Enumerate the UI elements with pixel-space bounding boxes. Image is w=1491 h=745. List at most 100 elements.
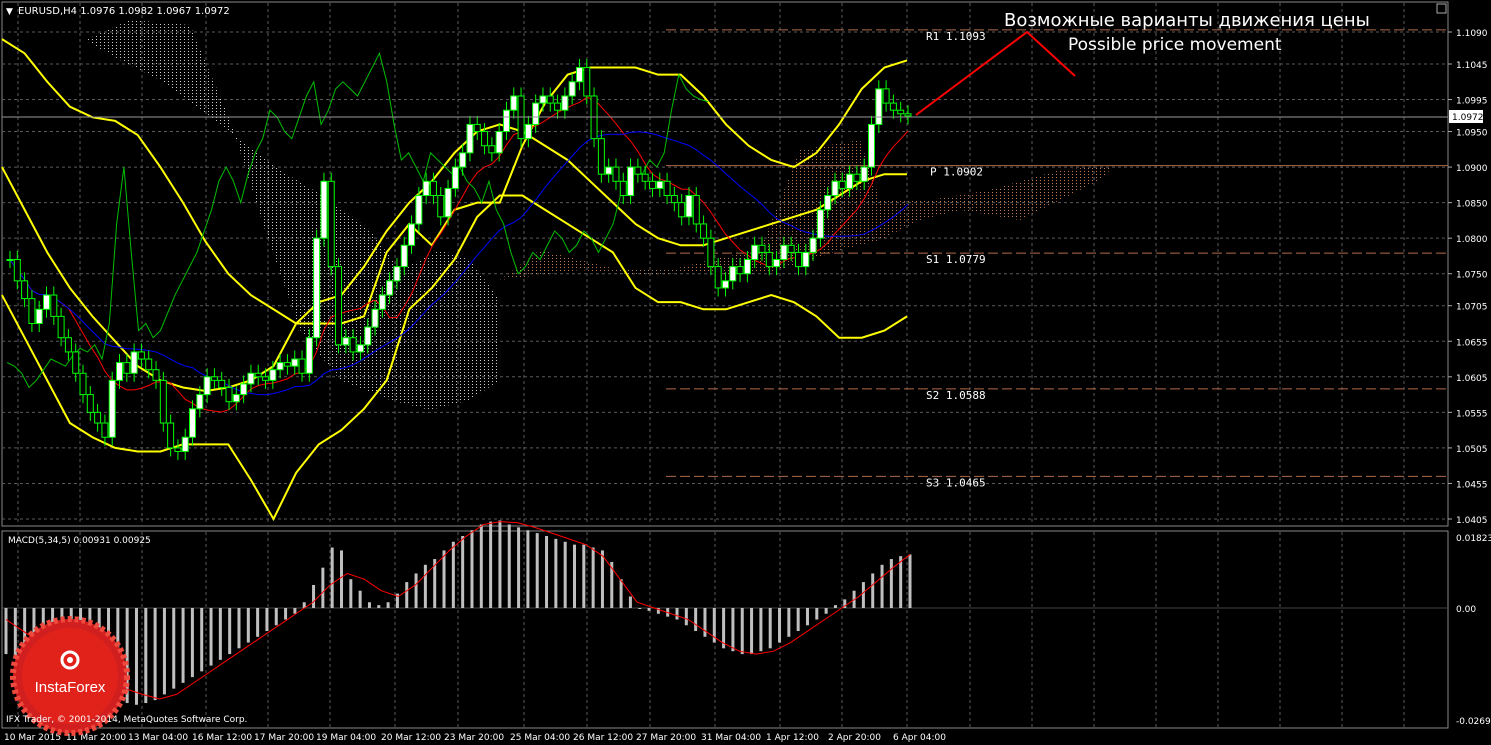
candle-body [656, 180, 664, 189]
macd-bar [144, 608, 148, 704]
macd-bar [451, 541, 455, 608]
macd-bar [293, 608, 297, 614]
candle-body [254, 372, 262, 378]
candle-body [130, 351, 138, 374]
candle-body [897, 109, 905, 115]
candle-body [809, 237, 817, 253]
candle-body [787, 244, 795, 253]
candle-body [349, 337, 357, 353]
price-tick-label: 1.0605 [1456, 374, 1488, 384]
candle-body [167, 422, 175, 449]
collapse-arrow-icon[interactable]: ▼ [6, 7, 13, 17]
time-tick-label: 6 Apr 04:00 [893, 733, 946, 743]
candle-body [831, 180, 839, 197]
candle-body [524, 123, 532, 140]
macd-bar [600, 550, 604, 608]
macd-bar [638, 608, 642, 609]
macd-bar [833, 605, 837, 608]
candle-body [838, 180, 846, 189]
candle-body [488, 145, 496, 154]
candle-body [415, 195, 423, 225]
chart-canvas: R1 1.1093 P 1.0902 S1 1.0779 S2 1.0588 S3 1.… [0, 0, 1491, 745]
macd-bar [740, 608, 744, 655]
candle-body [707, 237, 715, 268]
macd-bar [489, 521, 493, 608]
macd-tick-label: 0.00 [1456, 605, 1476, 615]
price-tick-label: 1.0900 [1456, 164, 1488, 174]
macd-bar [563, 541, 567, 608]
macd-bar [377, 605, 381, 608]
macd-bar [731, 608, 735, 652]
macd-bar [321, 567, 325, 608]
macd-bar [628, 596, 632, 608]
candle-body [6, 259, 14, 262]
candle-body [327, 180, 335, 268]
candle-body [108, 379, 116, 438]
candle-body [313, 237, 321, 339]
candle-body [232, 394, 240, 403]
macd-bar [190, 608, 194, 678]
macd-bar [684, 608, 688, 626]
candle-body [356, 344, 364, 353]
candle-body [137, 351, 145, 360]
candle-body [196, 394, 204, 410]
candle-body [532, 102, 540, 125]
candle-body [86, 394, 94, 413]
candle-body [539, 95, 547, 104]
macd-bar [265, 608, 269, 632]
candle-body [189, 408, 197, 438]
macd-bar [181, 608, 185, 683]
macd-bar [572, 544, 576, 608]
macd-bar [330, 547, 334, 608]
candle-body [386, 280, 394, 296]
pivot-label: R1 1.1093 [926, 30, 986, 43]
time-tick-label: 26 Mar 12:00 [573, 733, 633, 743]
macd-bar [647, 608, 651, 611]
candle-body [773, 259, 781, 268]
candle-body [400, 244, 408, 268]
time-tick-label: 17 Mar 20:00 [254, 733, 314, 743]
candle-body [408, 223, 416, 246]
pivot-label: S1 1.0779 [926, 253, 986, 266]
macd-bar [284, 608, 288, 620]
macd-bar [209, 608, 213, 666]
candle-body [181, 436, 189, 452]
macd-bar [871, 573, 875, 608]
macd-bar [908, 554, 912, 608]
candle-body [758, 244, 766, 253]
candle-body [64, 337, 72, 353]
price-tick-label: 1.0750 [1456, 271, 1488, 281]
pivot-label: S2 1.0588 [926, 389, 986, 402]
macd-bar [386, 602, 390, 608]
time-tick-label: 16 Mar 12:00 [192, 733, 252, 743]
candle-body [634, 166, 642, 175]
time-tick-label: 20 Mar 12:00 [381, 733, 441, 743]
macd-tick-label: -0.02693 [1456, 717, 1491, 727]
macd-bar [545, 536, 549, 608]
macd-bar [759, 608, 763, 652]
candle-body [561, 95, 569, 111]
time-tick-label: 2 Apr 20:00 [828, 733, 881, 743]
macd-bar [479, 524, 483, 608]
candle-body [714, 266, 722, 289]
candle-body [794, 251, 802, 268]
macd-label: MACD(5,34,5) 0.00931 0.00925 [8, 536, 151, 546]
macd-bar [358, 590, 362, 608]
candle-body [283, 362, 291, 367]
macd-bar [349, 579, 353, 608]
macd-bar [824, 608, 828, 614]
pivot-label: P 1.0902 [930, 166, 983, 179]
time-tick-label: 25 Mar 04:00 [510, 733, 570, 743]
pivot-label: S3 1.0465 [926, 476, 986, 489]
candle-body [765, 251, 773, 268]
macd-bar [889, 559, 893, 608]
macd-bar [256, 608, 260, 637]
candle-body [72, 351, 80, 374]
candle-body [678, 202, 686, 218]
candle-body [546, 95, 554, 104]
time-tick-label: 1 Apr 12:00 [766, 733, 819, 743]
candle-body [802, 251, 810, 268]
macd-bar [778, 608, 782, 643]
candle-body [123, 362, 131, 374]
candle-body [335, 266, 343, 346]
